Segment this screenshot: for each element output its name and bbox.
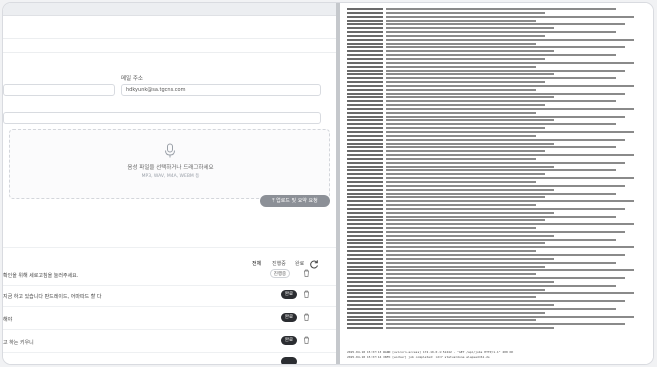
- filter-tab-all[interactable]: 전체: [249, 259, 264, 269]
- web-app-pane: 메일 주소 hdkyunk@sa.tgcns.com 음성 파일을 선택하거나 …: [3, 3, 336, 364]
- app-header: [3, 16, 336, 39]
- log-footer-line: 2025-04-18 15:37:14 INFO [worker] job co…: [347, 355, 490, 359]
- row-divider: [3, 306, 336, 307]
- section-divider: [3, 52, 336, 53]
- row-divider: [3, 352, 336, 353]
- log-line: [347, 327, 647, 331]
- status-badge: 완료: [281, 290, 297, 299]
- delete-icon[interactable]: [303, 313, 310, 321]
- row-divider: [3, 329, 336, 330]
- email-field[interactable]: hdkyunk@sa.tgcns.com: [121, 84, 321, 96]
- job-text: 해야: [3, 317, 13, 323]
- terminal-log-pane[interactable]: 2025-04-18 15:37:13 WARN [uvicorn.access…: [340, 3, 653, 364]
- log-footer-line: 2025-04-18 15:37:13 WARN [uvicorn.access…: [347, 350, 514, 354]
- filter-tab-done[interactable]: 완료: [292, 259, 307, 269]
- browser-tab-bar: [3, 3, 336, 16]
- microphone-icon: [165, 143, 175, 158]
- name-field[interactable]: [3, 84, 115, 96]
- upload-button-label: 업로드 및 요약 요청: [276, 198, 318, 204]
- row-divider: [3, 285, 336, 286]
- delete-icon[interactable]: [303, 290, 310, 298]
- list-divider: [3, 247, 336, 248]
- screen: 메일 주소 hdkyunk@sa.tgcns.com 음성 파일을 선택하거나 …: [3, 3, 653, 364]
- status-badge: 진행중: [270, 269, 290, 278]
- delete-icon[interactable]: [303, 336, 310, 344]
- filter-tab-in-progress[interactable]: 진행중: [269, 259, 289, 269]
- job-text: 확인을 위해 세로고침을 눌러주세요.: [3, 273, 79, 279]
- dropzone-hint: MP3, WAV, M4A, WEBM 등: [141, 174, 200, 179]
- title-field[interactable]: [3, 112, 321, 124]
- delete-icon[interactable]: [303, 269, 310, 277]
- audio-dropzone[interactable]: 음성 파일을 선택하거나 드래그하세요 MP3, WAV, M4A, WEBM …: [9, 129, 330, 199]
- status-badge: 완료: [281, 313, 297, 322]
- status-badge: [281, 357, 297, 364]
- status-badge: 완료: [281, 336, 297, 345]
- log-output: [347, 8, 647, 331]
- email-label: 메일 주소: [121, 76, 143, 82]
- job-text: 지금 하고 있습니다 판드레이드, 어마따드 할 다: [3, 294, 102, 300]
- refresh-icon[interactable]: [309, 259, 319, 269]
- upload-summarize-button[interactable]: ⤒ 업로드 및 요약 요청: [260, 195, 330, 207]
- job-text: 고 하는 키우니: [3, 340, 34, 346]
- dropzone-title: 음성 파일을 선택하거나 드래그하세요: [127, 165, 214, 171]
